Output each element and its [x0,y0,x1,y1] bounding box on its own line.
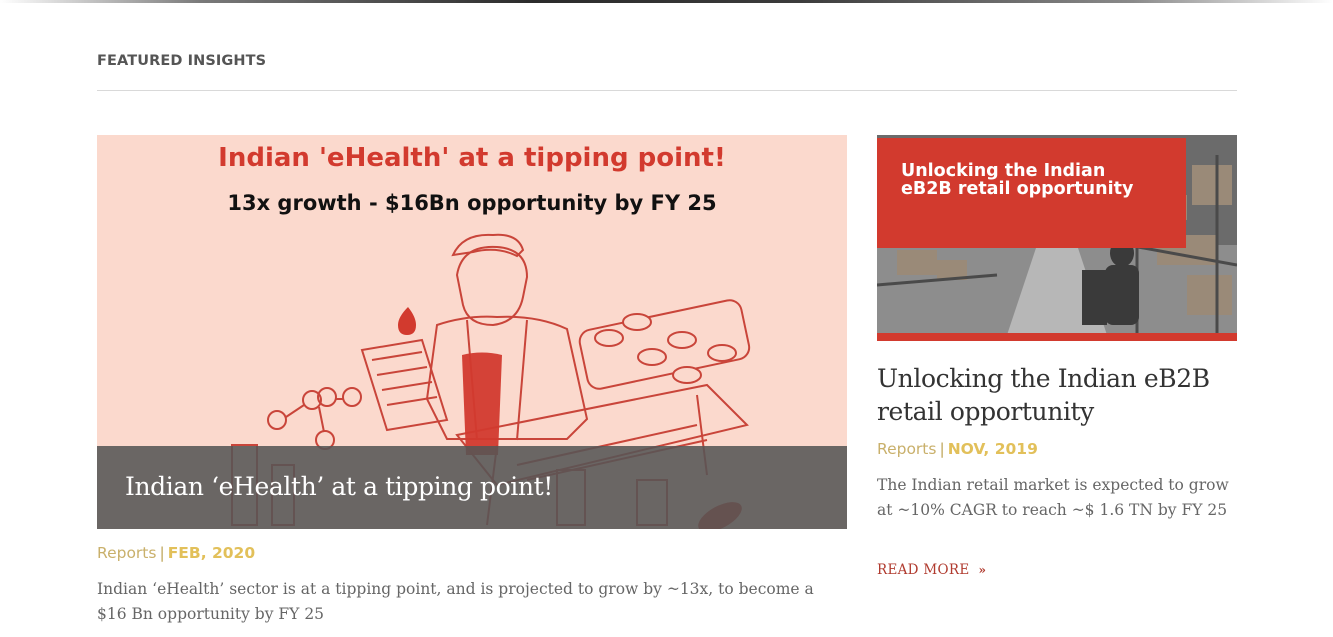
side-date: NOV, 2019 [947,440,1038,458]
read-more-label: READ MORE [877,562,970,578]
meta-separator: | [939,440,945,458]
featured-category[interactable]: Reports [97,544,156,562]
hero-caption-overlay: Indian ‘eHealth’ at a tipping point! [97,446,847,529]
featured-excerpt: Indian ‘eHealth’ sector is at a tipping … [97,580,814,623]
double-chevron-right-icon: » [978,563,987,577]
side-card-image[interactable]: Unlocking the Indian eB2B retail opportu… [877,135,1237,341]
side-card-title[interactable]: Unlocking the Indian eB2B retail opportu… [877,362,1237,428]
featured-date: FEB, 2020 [167,544,256,562]
section-title: FEATURED INSIGHTS [97,53,267,69]
side-category[interactable]: Reports [877,440,936,458]
side-image-text: Unlocking the Indian eB2B retail opportu… [901,161,1134,199]
featured-card-image[interactable]: Indian 'eHealth' at a tipping point! 13x… [97,135,847,529]
featured-title[interactable]: Indian ‘eHealth’ at a tipping point! [125,472,553,501]
top-header-strip [0,0,1333,3]
section-divider [97,90,1237,91]
hero-image-subheadline: 13x growth - $16Bn opportunity by FY 25 [227,191,717,215]
read-more-link[interactable]: READ MORE » [877,562,986,578]
side-excerpt: The Indian retail market is expected to … [877,476,1229,519]
hero-image-headline: Indian 'eHealth' at a tipping point! [218,143,726,173]
featured-meta: Reports | FEB, 2020 [97,544,255,562]
side-meta: Reports | NOV, 2019 [877,440,1038,458]
meta-separator: | [159,544,165,562]
